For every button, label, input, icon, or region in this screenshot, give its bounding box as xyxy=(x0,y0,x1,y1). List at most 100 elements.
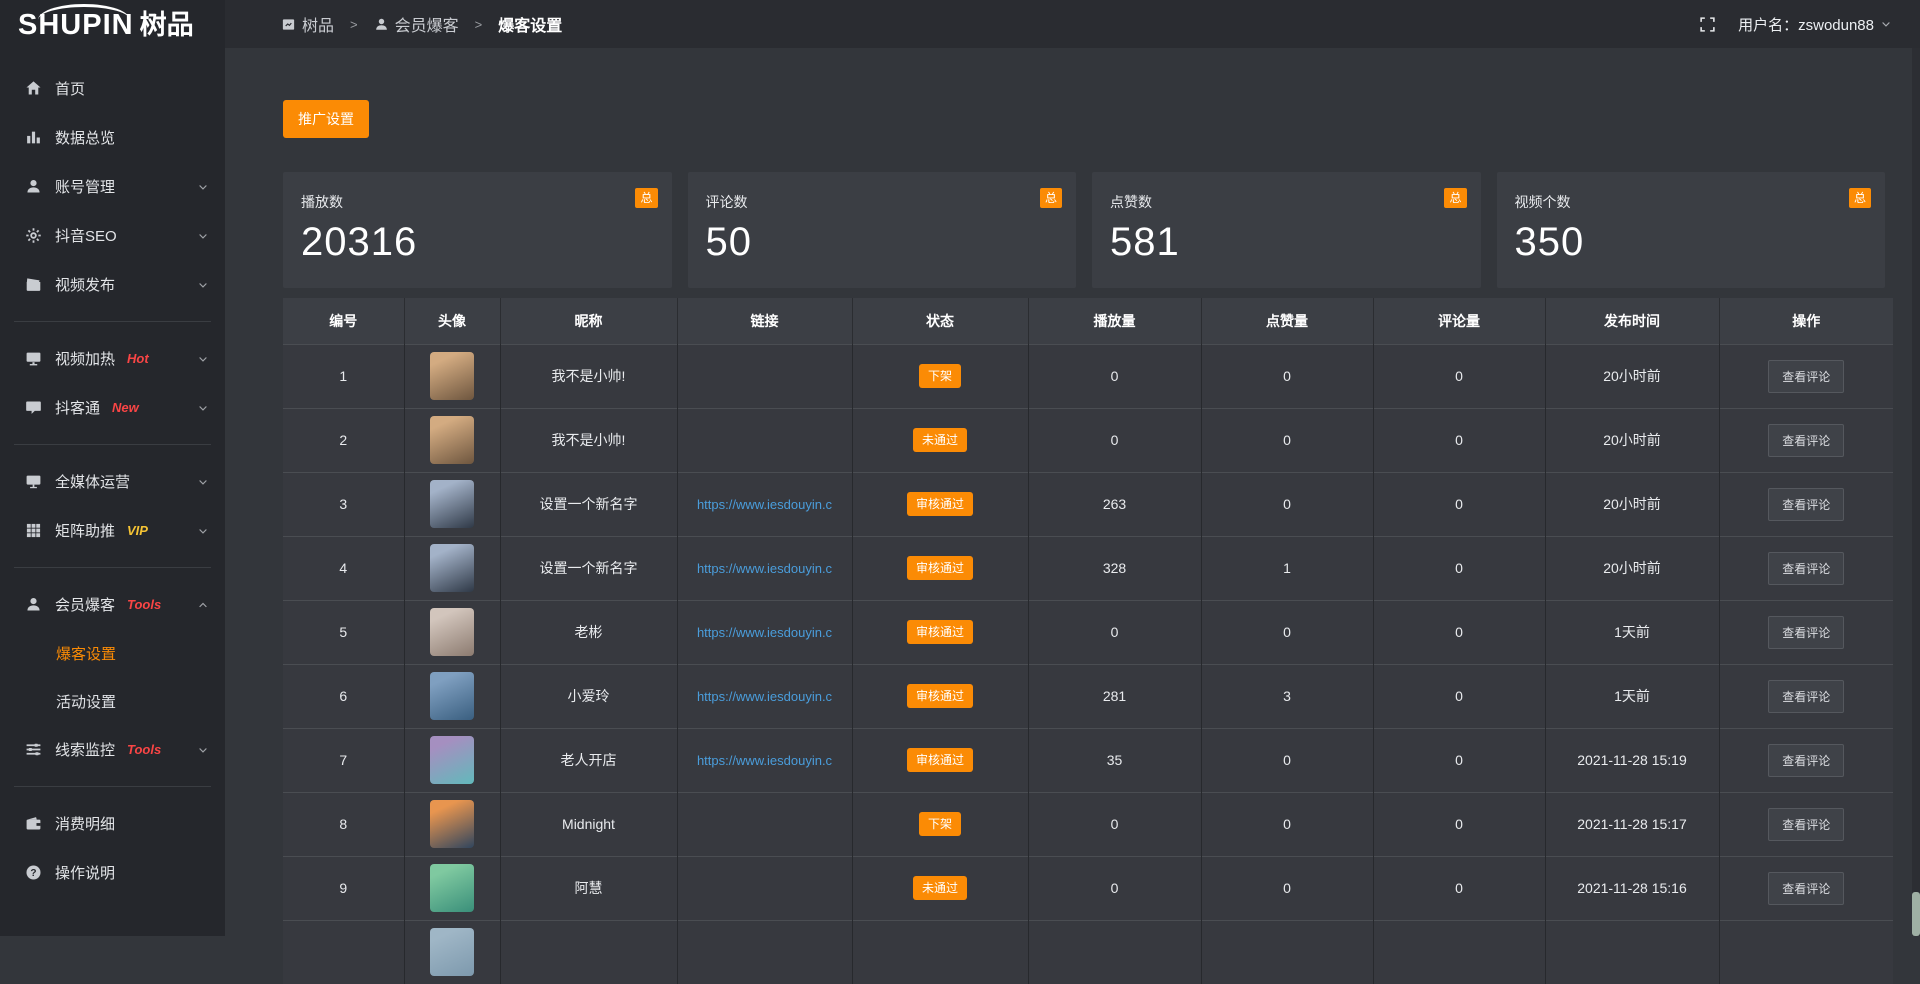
view-comments-button[interactable]: 查看评论 xyxy=(1768,744,1844,777)
avatar xyxy=(430,352,474,400)
sidebar-item-操作说明[interactable]: ?操作说明 xyxy=(0,848,225,897)
status-badge[interactable]: 审核通过 xyxy=(907,748,973,772)
video-link[interactable]: https://www.iesdouyin.c xyxy=(678,497,852,512)
view-comments-button[interactable]: 查看评论 xyxy=(1768,360,1844,393)
table-row: 7老人开店https://www.iesdouyin.c审核通过35002021… xyxy=(283,728,1893,792)
view-comments-button[interactable]: 查看评论 xyxy=(1768,616,1844,649)
cell-plays: 0 xyxy=(1028,792,1201,856)
cell-status: 审核通过 xyxy=(852,664,1028,728)
promo-settings-button[interactable]: 推广设置 xyxy=(283,100,369,138)
cell-comments: 0 xyxy=(1373,856,1545,920)
sidebar-item-抖客通[interactable]: 抖客通New xyxy=(0,383,225,432)
cell-actions: 查看评论 xyxy=(1719,856,1893,920)
cell-plays: 0 xyxy=(1028,344,1201,408)
status-badge[interactable]: 审核通过 xyxy=(907,684,973,708)
view-comments-button[interactable]: 查看评论 xyxy=(1768,808,1844,841)
sidebar-item-消费明细[interactable]: 消费明细 xyxy=(0,799,225,848)
page-scrollbar[interactable] xyxy=(1912,0,1920,936)
sidebar-item-label: 会员爆客 xyxy=(55,594,115,615)
view-comments-button[interactable]: 查看评论 xyxy=(1768,680,1844,713)
cell-actions: 查看评论 xyxy=(1719,600,1893,664)
avatar xyxy=(430,480,474,528)
stat-card-value: 581 xyxy=(1110,220,1463,265)
cell-status: 未通过 xyxy=(852,408,1028,472)
column-header-链接: 链接 xyxy=(677,298,852,344)
main-content: 推广设置 播放数总20316评论数总50点赞数总581视频个数总350 编号头像… xyxy=(225,48,1920,936)
view-comments-button[interactable]: 查看评论 xyxy=(1768,424,1844,457)
chevron-down-icon xyxy=(197,230,209,242)
cell-actions: 查看评论 xyxy=(1719,728,1893,792)
video-link[interactable]: https://www.iesdouyin.c xyxy=(678,689,852,704)
sidebar-item-label: 数据总览 xyxy=(55,127,115,148)
question-icon: ? xyxy=(25,864,42,881)
user-icon xyxy=(25,178,42,195)
cell-id: 1 xyxy=(283,344,404,408)
cell-id xyxy=(283,920,404,984)
view-comments-button[interactable]: 查看评论 xyxy=(1768,552,1844,585)
breadcrumb-item-爆客设置[interactable]: 爆客设置 xyxy=(498,12,562,36)
video-link[interactable]: https://www.iesdouyin.c xyxy=(678,753,852,768)
sidebar-item-线索监控[interactable]: 线索监控Tools xyxy=(0,725,225,774)
cell-avatar xyxy=(404,728,500,792)
chevron-down-icon xyxy=(197,525,209,537)
logo-arc-decoration xyxy=(38,4,130,20)
sidebar-item-label: 线索监控 xyxy=(55,739,115,760)
stat-card-label: 视频个数 xyxy=(1515,192,1868,212)
cell-nickname xyxy=(500,920,677,984)
cell-likes: 0 xyxy=(1201,344,1373,408)
sidebar-subitem-活动设置[interactable]: 活动设置 xyxy=(0,677,225,725)
cell-status: 下架 xyxy=(852,792,1028,856)
sidebar-item-数据总览[interactable]: 数据总览 xyxy=(0,113,225,162)
sidebar-item-label: 视频加热 xyxy=(55,348,115,369)
cell-avatar xyxy=(404,472,500,536)
status-badge[interactable]: 审核通过 xyxy=(907,620,973,644)
cell-avatar xyxy=(404,856,500,920)
sidebar-item-首页[interactable]: 首页 xyxy=(0,64,225,113)
sidebar-item-账号管理[interactable]: 账号管理 xyxy=(0,162,225,211)
cell-nickname: 我不是小帅! xyxy=(500,344,677,408)
sidebar-item-视频发布[interactable]: 视频发布 xyxy=(0,260,225,309)
app-logo: SHUPIN 树品 xyxy=(0,0,225,50)
sidebar-item-label: 矩阵助推 xyxy=(55,520,115,541)
monitor-icon xyxy=(25,473,42,490)
status-badge[interactable]: 审核通过 xyxy=(907,556,973,580)
view-comments-button[interactable]: 查看评论 xyxy=(1768,488,1844,521)
video-link[interactable]: https://www.iesdouyin.c xyxy=(678,561,852,576)
cell-likes: 0 xyxy=(1201,856,1373,920)
avatar xyxy=(430,416,474,464)
sidebar-nav: 首页数据总览账号管理抖音SEO视频发布视频加热Hot抖客通New全媒体运营矩阵助… xyxy=(0,50,225,897)
breadcrumb-item-会员爆客[interactable]: 会员爆客 xyxy=(374,12,459,36)
status-badge[interactable]: 下架 xyxy=(919,364,961,388)
sidebar-item-badge: Tools xyxy=(127,597,161,612)
scrollbar-thumb[interactable] xyxy=(1912,892,1920,936)
stat-card-label: 播放数 xyxy=(301,192,654,212)
table-row: 1我不是小帅!下架00020小时前查看评论 xyxy=(283,344,1893,408)
cell-comments: 0 xyxy=(1373,728,1545,792)
sidebar-item-抖音SEO[interactable]: 抖音SEO xyxy=(0,211,225,260)
column-header-编号: 编号 xyxy=(283,298,404,344)
status-badge[interactable]: 审核通过 xyxy=(907,492,973,516)
sidebar-item-label: 首页 xyxy=(55,78,85,99)
sidebar-item-会员爆客[interactable]: 会员爆客 Tools xyxy=(0,580,225,629)
cell-status: 下架 xyxy=(852,344,1028,408)
status-badge[interactable]: 未通过 xyxy=(913,428,967,452)
cell-plays: 0 xyxy=(1028,856,1201,920)
status-badge[interactable]: 未通过 xyxy=(913,876,967,900)
fullscreen-icon[interactable] xyxy=(1699,16,1716,33)
sidebar-item-视频加热[interactable]: 视频加热Hot xyxy=(0,334,225,383)
stat-cards: 播放数总20316评论数总50点赞数总581视频个数总350 xyxy=(283,172,1885,288)
sidebar-item-矩阵助推[interactable]: 矩阵助推VIP xyxy=(0,506,225,555)
breadcrumb-item-树品[interactable]: 树品 xyxy=(281,12,334,36)
cell-avatar xyxy=(404,792,500,856)
video-link[interactable]: https://www.iesdouyin.c xyxy=(678,625,852,640)
cell-link: https://www.iesdouyin.c xyxy=(677,664,852,728)
view-comments-button[interactable]: 查看评论 xyxy=(1768,872,1844,905)
user-menu[interactable]: 用户名：zswodun88 xyxy=(1738,14,1892,35)
sidebar-item-全媒体运营[interactable]: 全媒体运营 xyxy=(0,457,225,506)
sidebar-subitem-爆客设置[interactable]: 爆客设置 xyxy=(0,629,225,677)
status-badge[interactable]: 下架 xyxy=(919,812,961,836)
cell-comments: 0 xyxy=(1373,664,1545,728)
breadcrumb-label: 树品 xyxy=(302,12,334,36)
cell-link: https://www.iesdouyin.c xyxy=(677,472,852,536)
cell-link: https://www.iesdouyin.c xyxy=(677,536,852,600)
